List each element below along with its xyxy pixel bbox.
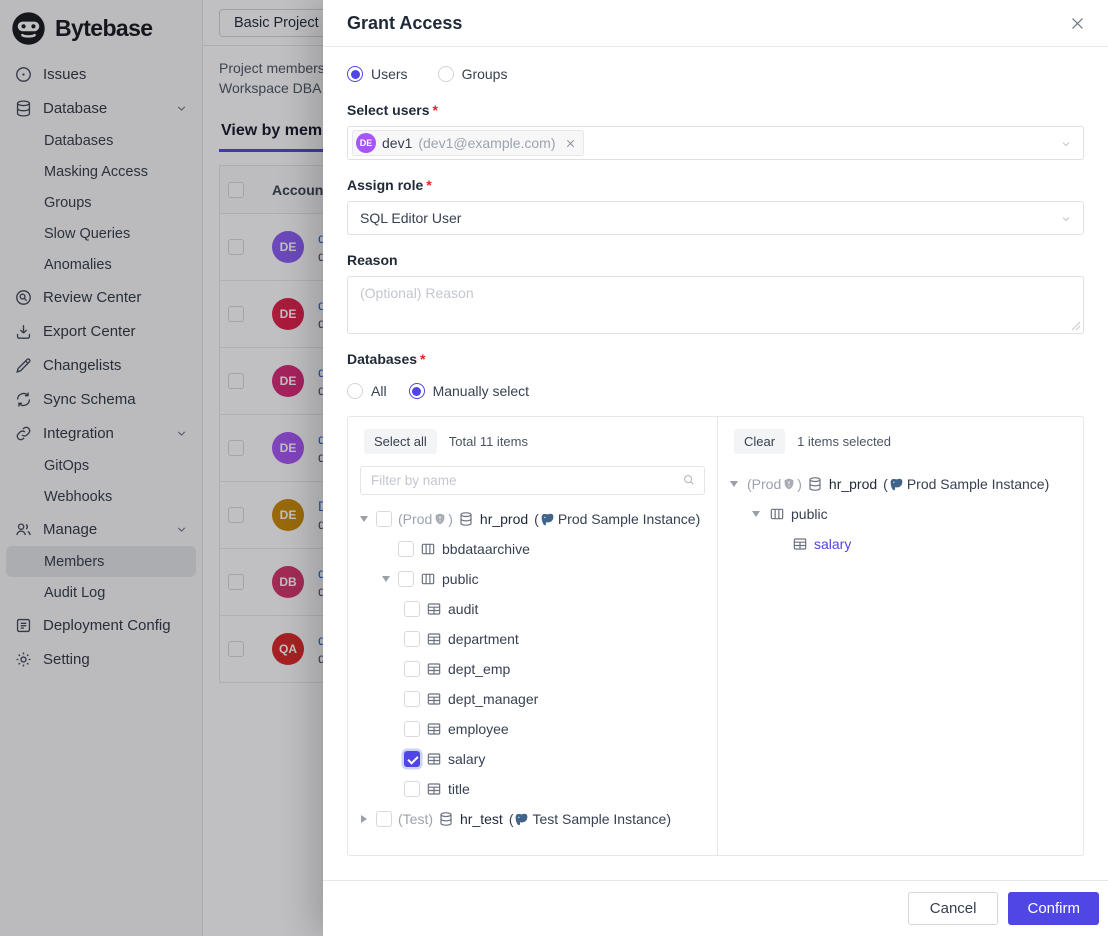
caret-right-icon[interactable] (356, 815, 372, 823)
source-tree: (Prod ) hr_prod ( Prod Sample Instance ) (348, 495, 717, 834)
database-icon (458, 511, 474, 527)
member-type-radio-group: Users Groups (347, 63, 1084, 85)
schema-icon (420, 571, 436, 587)
selected-panel: Clear 1 items selected (Prod ) hr_prod ( (717, 417, 1083, 855)
selected-count-label: 1 items selected (797, 434, 891, 449)
tree-node-schema[interactable]: public (348, 564, 717, 594)
database-scope-radio-group: All Manually select (347, 380, 1084, 402)
radio-manually-select[interactable]: Manually select (409, 383, 530, 399)
table-icon (426, 631, 442, 647)
modal-title: Grant Access (347, 13, 462, 34)
table-icon (426, 781, 442, 797)
table-icon (426, 601, 442, 617)
node-checkbox[interactable] (404, 601, 420, 617)
selected-user-chip: DE dev1 (dev1@example.com) (352, 130, 584, 156)
radio-users[interactable]: Users (347, 66, 408, 82)
node-checkbox[interactable] (404, 631, 420, 647)
radio-groups-control[interactable] (438, 66, 454, 82)
table-icon (426, 721, 442, 737)
database-transfer-panel: Select all Total 11 items (Prod (347, 416, 1084, 856)
tree-node-database[interactable]: (Test) hr_test ( Test Sample Instance ) (348, 804, 717, 834)
table-icon (426, 691, 442, 707)
environment-shield-icon (433, 512, 447, 526)
reason-textarea[interactable] (348, 277, 1083, 333)
node-checkbox[interactable] (404, 721, 420, 737)
caret-down-icon[interactable] (748, 511, 764, 517)
chevron-down-icon (1060, 213, 1072, 225)
radio-manually-select-control[interactable] (409, 383, 425, 399)
node-checkbox[interactable] (376, 511, 392, 527)
tree-node-database[interactable]: (Prod ) hr_prod ( Prod Sample Instance ) (718, 469, 1083, 499)
tree-node-schema[interactable]: bbdataarchive (348, 534, 717, 564)
tree-node-table-selected[interactable]: salary (348, 744, 717, 774)
schema-icon (420, 541, 436, 557)
selected-tree: (Prod ) hr_prod ( Prod Sample Instance ) (718, 464, 1083, 559)
filter-input[interactable] (360, 466, 705, 495)
tree-node-table[interactable]: employee (348, 714, 717, 744)
select-all-button[interactable]: Select all (364, 429, 437, 454)
tree-node-table[interactable]: dept_emp (348, 654, 717, 684)
postgresql-icon (514, 812, 529, 827)
table-icon (426, 751, 442, 767)
avatar: DE (356, 133, 376, 153)
confirm-button[interactable]: Confirm (1008, 892, 1099, 925)
remove-user-icon[interactable] (565, 138, 576, 149)
close-icon[interactable] (1069, 15, 1086, 32)
grant-access-modal: Grant Access Users Groups Select users* … (323, 0, 1108, 936)
radio-all[interactable]: All (347, 383, 387, 399)
radio-all-control[interactable] (347, 383, 363, 399)
radio-groups[interactable]: Groups (438, 66, 508, 82)
environment-shield-icon (782, 477, 796, 491)
cancel-button[interactable]: Cancel (908, 892, 999, 925)
postgresql-icon (889, 477, 904, 492)
assign-role-value: SQL Editor User (360, 210, 461, 226)
chevron-down-icon (1060, 138, 1072, 150)
caret-down-icon[interactable] (726, 481, 742, 487)
node-checkbox[interactable] (404, 781, 420, 797)
tree-node-schema[interactable]: public (718, 499, 1083, 529)
modal-footer: Cancel Confirm (323, 880, 1108, 936)
tree-node-table[interactable]: title (348, 774, 717, 804)
schema-icon (769, 506, 785, 522)
clear-button[interactable]: Clear (734, 429, 785, 454)
resize-handle[interactable] (1071, 321, 1081, 331)
table-icon (426, 661, 442, 677)
select-users-label: Select users* (347, 102, 1084, 118)
total-items-label: Total 11 items (449, 434, 528, 449)
caret-down-icon[interactable] (356, 516, 372, 522)
tree-node-table-selected[interactable]: salary (718, 529, 1083, 559)
search-icon (682, 473, 696, 487)
table-icon (792, 536, 808, 552)
databases-label: Databases* (347, 351, 1084, 367)
tree-node-table[interactable]: department (348, 624, 717, 654)
node-checkbox[interactable] (404, 691, 420, 707)
assign-role-label: Assign role* (347, 177, 1084, 193)
node-checkbox[interactable] (404, 661, 420, 677)
radio-users-control[interactable] (347, 66, 363, 82)
assign-role-select[interactable]: SQL Editor User (347, 201, 1084, 235)
tree-node-database[interactable]: (Prod ) hr_prod ( Prod Sample Instance ) (348, 504, 717, 534)
node-checkbox[interactable] (398, 541, 414, 557)
source-panel: Select all Total 11 items (Prod (348, 417, 717, 855)
filter-container (360, 466, 705, 495)
postgresql-icon (540, 512, 555, 527)
caret-down-icon[interactable] (378, 576, 394, 582)
database-icon (807, 476, 823, 492)
tree-node-table[interactable]: audit (348, 594, 717, 624)
node-checkbox-checked[interactable] (404, 751, 420, 767)
tree-node-table[interactable]: dept_manager (348, 684, 717, 714)
database-icon (438, 811, 454, 827)
node-checkbox[interactable] (376, 811, 392, 827)
reason-label: Reason (347, 252, 1084, 268)
node-checkbox[interactable] (398, 571, 414, 587)
reason-field-container (347, 276, 1084, 334)
select-users-input[interactable]: DE dev1 (dev1@example.com) (347, 126, 1084, 160)
